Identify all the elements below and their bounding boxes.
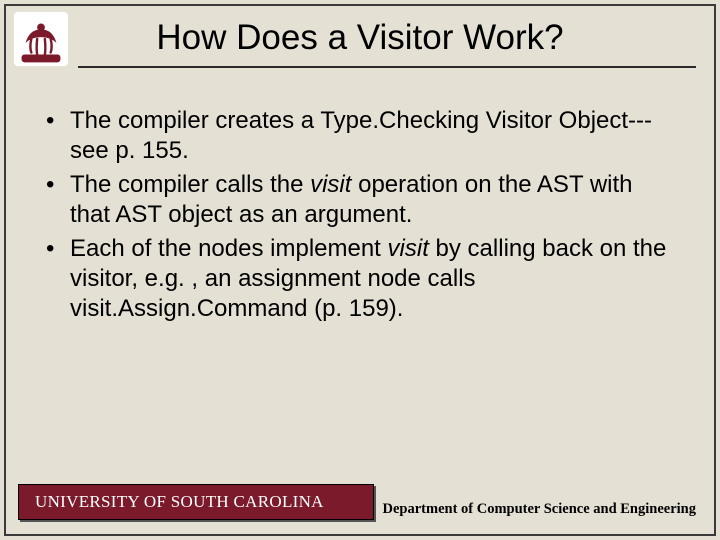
bullet-text: The compiler calls the visit operation o… <box>70 170 674 230</box>
footer-university: UNIVERSITY OF SOUTH CAROLINA <box>18 484 374 520</box>
slide-title: How Does a Visitor Work? <box>6 18 714 58</box>
slide-content: • The compiler creates a Type.Checking V… <box>46 106 674 328</box>
bullet-marker: • <box>46 106 70 166</box>
bullet-item: • The compiler calls the visit operation… <box>46 170 674 230</box>
bullet-text-pre: The compiler creates a Type.Checking Vis… <box>70 107 652 164</box>
bullet-text-italic: visit <box>310 171 351 198</box>
footer-department: Department of Computer Science and Engin… <box>374 484 702 520</box>
bullet-item: • The compiler creates a Type.Checking V… <box>46 106 674 166</box>
slide-footer: UNIVERSITY OF SOUTH CAROLINA Department … <box>18 484 702 520</box>
title-underline <box>78 66 696 68</box>
bullet-item: • Each of the nodes implement visit by c… <box>46 234 674 324</box>
bullet-text: The compiler creates a Type.Checking Vis… <box>70 106 674 166</box>
bullet-text-pre: Each of the nodes implement <box>70 235 388 262</box>
slide-frame: How Does a Visitor Work? • The compiler … <box>4 4 716 536</box>
bullet-marker: • <box>46 234 70 324</box>
bullet-marker: • <box>46 170 70 230</box>
bullet-text-italic: visit <box>388 235 429 262</box>
bullet-text-pre: The compiler calls the <box>70 171 310 198</box>
bullet-text: Each of the nodes implement visit by cal… <box>70 234 674 324</box>
